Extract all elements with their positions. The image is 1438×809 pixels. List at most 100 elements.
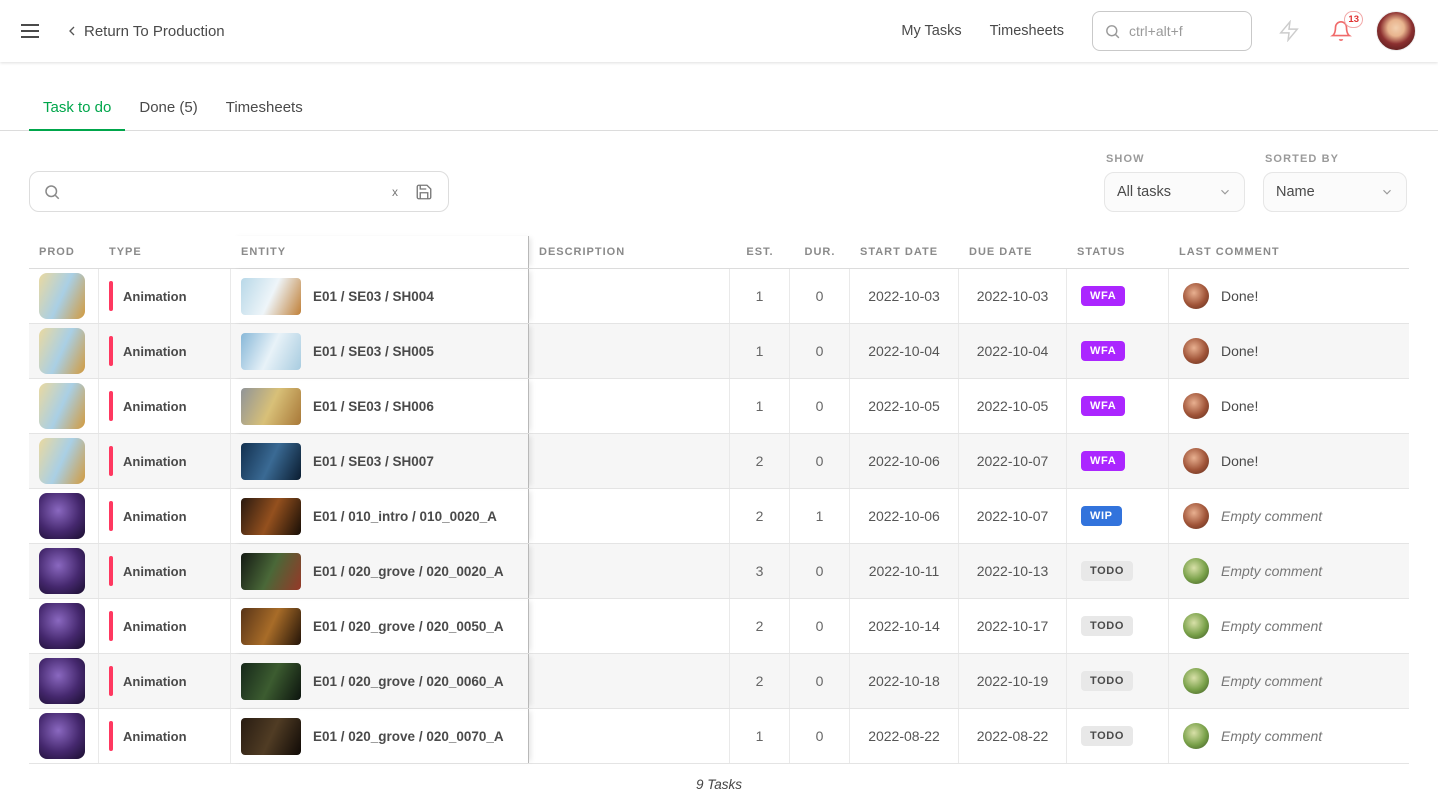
comment-author-avatar [1183, 283, 1209, 309]
last-comment-text: Empty comment [1221, 673, 1322, 689]
start-date-value: 2022-10-06 [868, 508, 940, 524]
task-row[interactable]: Animation E01 / SE03 / SH007 2 0 2022-10… [29, 434, 1409, 489]
comment-author-avatar [1183, 503, 1209, 529]
task-type-color-bar [109, 721, 113, 751]
status-badge: TODO [1081, 726, 1133, 746]
entity-cell[interactable]: E01 / 020_grove / 020_0070_A [231, 709, 529, 763]
estimation-cell: 2 [730, 599, 790, 653]
global-search-box [1092, 11, 1252, 51]
duration-cell: 0 [790, 269, 850, 323]
quick-actions-icon[interactable] [1274, 16, 1304, 46]
estimation-value: 1 [756, 728, 764, 744]
last-comment-cell: Empty comment [1169, 709, 1409, 763]
tasks-search-box: x [29, 171, 449, 212]
estimation-value: 2 [756, 453, 764, 469]
tab-timesheets[interactable]: Timesheets [212, 90, 317, 130]
estimation-cell: 1 [730, 324, 790, 378]
duration-cell: 0 [790, 709, 850, 763]
last-comment-text: Empty comment [1221, 563, 1322, 579]
estimation-cell: 1 [730, 379, 790, 433]
status-cell: WFA [1067, 269, 1169, 323]
description-cell [529, 544, 730, 598]
due-date-cell: 2022-10-03 [959, 269, 1067, 323]
task-type-color-bar [109, 391, 113, 421]
topbar-nav: My Tasks Timesheets [901, 23, 1064, 39]
notifications-bell-icon[interactable]: 13 [1326, 16, 1356, 46]
status-cell: WIP [1067, 489, 1169, 543]
column-header-dur: DUR. [790, 236, 850, 268]
estimation-value: 1 [756, 288, 764, 304]
entity-cell[interactable]: E01 / SE03 / SH007 [231, 434, 529, 488]
clear-search-button[interactable]: x [387, 183, 403, 201]
production-thumbnail [39, 328, 85, 374]
menu-icon[interactable] [12, 15, 48, 47]
column-header-est: EST. [730, 236, 790, 268]
last-comment-cell: Done! [1169, 379, 1409, 433]
start-date-value: 2022-08-22 [868, 728, 940, 744]
nav-timesheets[interactable]: Timesheets [990, 23, 1064, 39]
task-type-color-bar [109, 611, 113, 641]
last-comment-cell: Empty comment [1169, 654, 1409, 708]
comment-author-avatar [1183, 723, 1209, 749]
production-thumbnail [39, 603, 85, 649]
comment-author-avatar [1183, 338, 1209, 364]
save-search-icon[interactable] [413, 181, 435, 203]
task-type-cell: Animation [99, 599, 231, 653]
show-filter-dropdown[interactable]: All tasks [1104, 172, 1245, 212]
entity-cell[interactable]: E01 / SE03 / SH005 [231, 324, 529, 378]
due-date-value: 2022-10-03 [977, 288, 1049, 304]
entity-cell[interactable]: E01 / 020_grove / 020_0050_A [231, 599, 529, 653]
start-date-value: 2022-10-05 [868, 398, 940, 414]
due-date-value: 2022-10-13 [977, 563, 1049, 579]
task-type-label: Animation [123, 674, 187, 689]
entity-cell[interactable]: E01 / 010_intro / 010_0020_A [231, 489, 529, 543]
production-cell [29, 599, 99, 653]
chevron-down-icon [1218, 185, 1232, 199]
duration-value: 1 [816, 508, 824, 524]
start-date-cell: 2022-10-04 [850, 324, 959, 378]
tab-task-to-do[interactable]: Task to do [29, 90, 125, 131]
duration-value: 0 [816, 343, 824, 359]
tasks-count: 9 Tasks [0, 764, 1438, 792]
duration-cell: 0 [790, 434, 850, 488]
chevron-left-icon [64, 23, 80, 39]
entity-thumbnail [241, 278, 301, 315]
back-to-production-link[interactable]: Return To Production [64, 23, 225, 40]
production-thumbnail [39, 658, 85, 704]
start-date-cell: 2022-10-06 [850, 434, 959, 488]
task-row[interactable]: Animation E01 / 020_grove / 020_0050_A 2… [29, 599, 1409, 654]
status-badge: TODO [1081, 671, 1133, 691]
entity-cell[interactable]: E01 / SE03 / SH004 [231, 269, 529, 323]
task-row[interactable]: Animation E01 / SE03 / SH005 1 0 2022-10… [29, 324, 1409, 379]
sorted-by-dropdown[interactable]: Name [1263, 172, 1407, 212]
task-type-cell: Animation [99, 269, 231, 323]
start-date-cell: 2022-10-18 [850, 654, 959, 708]
entity-thumbnail [241, 333, 301, 370]
duration-value: 0 [816, 398, 824, 414]
entity-cell[interactable]: E01 / 020_grove / 020_0060_A [231, 654, 529, 708]
entity-cell[interactable]: E01 / SE03 / SH006 [231, 379, 529, 433]
nav-my-tasks[interactable]: My Tasks [901, 23, 961, 39]
entity-name: E01 / 020_grove / 020_0060_A [313, 674, 504, 689]
description-cell [529, 599, 730, 653]
notification-count-badge: 13 [1344, 11, 1363, 28]
tasks-search-input[interactable] [71, 184, 377, 200]
task-row[interactable]: Animation E01 / 020_grove / 020_0020_A 3… [29, 544, 1409, 599]
user-avatar[interactable] [1376, 11, 1416, 51]
status-badge: WFA [1081, 451, 1125, 471]
task-row[interactable]: Animation E01 / 020_grove / 020_0070_A 1… [29, 709, 1409, 764]
production-cell [29, 489, 99, 543]
task-row[interactable]: Animation E01 / 020_grove / 020_0060_A 2… [29, 654, 1409, 709]
global-search-input[interactable] [1129, 23, 1240, 39]
last-comment-cell: Done! [1169, 434, 1409, 488]
due-date-cell: 2022-10-04 [959, 324, 1067, 378]
last-comment-cell: Empty comment [1169, 544, 1409, 598]
entity-name: E01 / 020_grove / 020_0020_A [313, 564, 504, 579]
task-type-color-bar [109, 501, 113, 531]
task-row[interactable]: Animation E01 / SE03 / SH004 1 0 2022-10… [29, 269, 1409, 324]
tab-done[interactable]: Done (5) [125, 90, 211, 130]
start-date-value: 2022-10-03 [868, 288, 940, 304]
task-row[interactable]: Animation E01 / SE03 / SH006 1 0 2022-10… [29, 379, 1409, 434]
entity-cell[interactable]: E01 / 020_grove / 020_0020_A [231, 544, 529, 598]
task-row[interactable]: Animation E01 / 010_intro / 010_0020_A 2… [29, 489, 1409, 544]
